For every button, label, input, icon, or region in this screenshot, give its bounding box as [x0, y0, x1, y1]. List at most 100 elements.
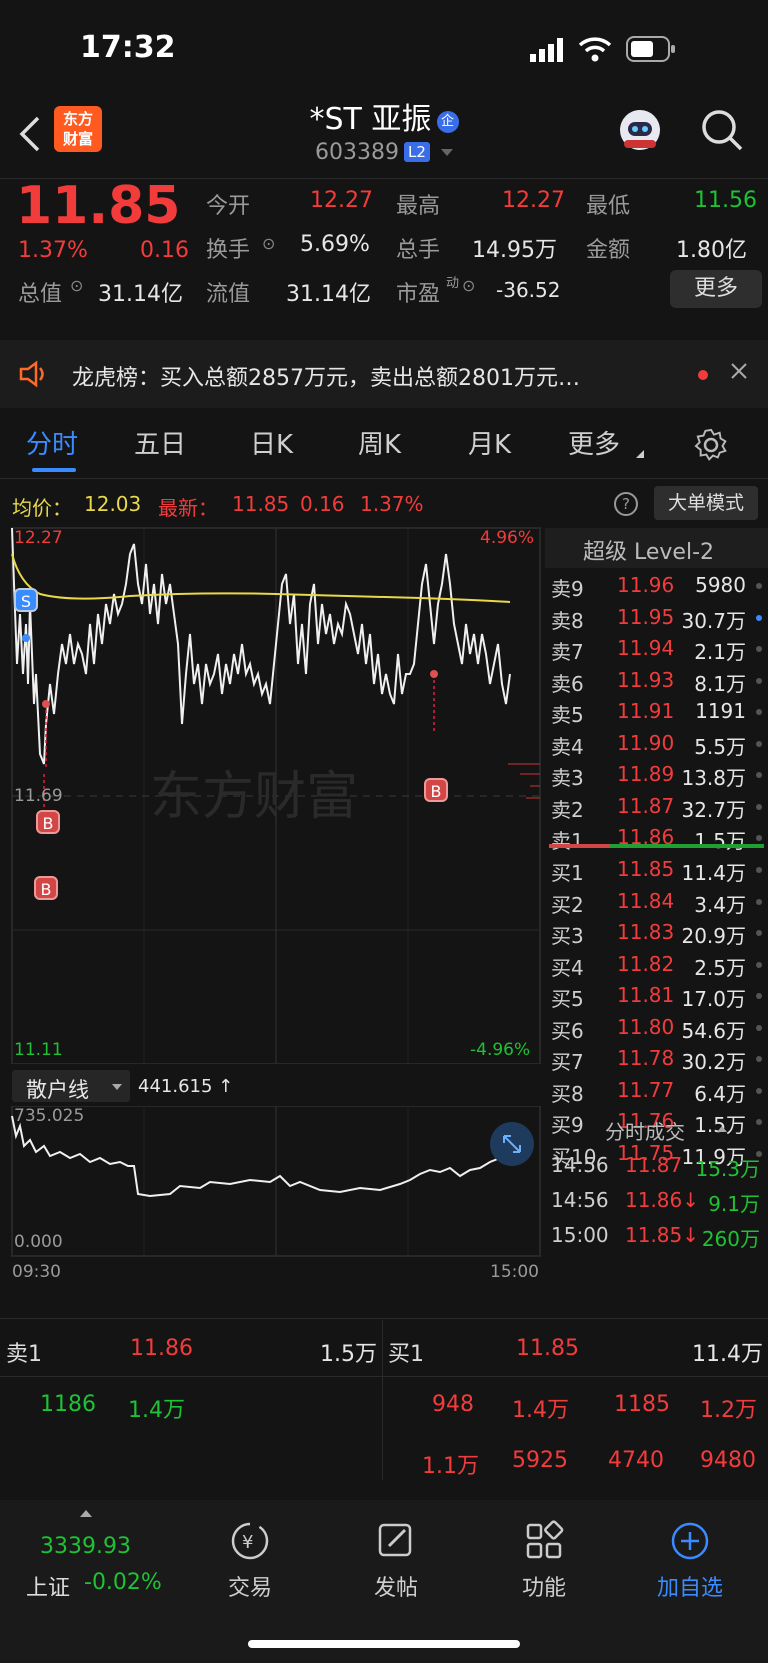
- nav-post[interactable]: 发帖: [326, 1520, 466, 1602]
- sell-marker[interactable]: S: [14, 588, 38, 612]
- trade-time: 15:00: [551, 1223, 609, 1247]
- ask-volume: 32.7万: [681, 797, 746, 822]
- bid-row[interactable]: 买8 11.77 6.4万: [545, 1075, 768, 1106]
- latest-change: 0.16: [300, 492, 345, 516]
- tab-five-day[interactable]: 五日: [134, 424, 186, 461]
- bid-row[interactable]: 买2 11.84 3.4万: [545, 886, 768, 917]
- ask-level-label: 卖9: [551, 577, 584, 601]
- period-tabs: 分时 五日 日K 周K 月K 更多: [0, 410, 768, 478]
- chart-watermark: 东方财富: [150, 767, 358, 827]
- level-badge[interactable]: L2: [404, 142, 430, 162]
- bid-price: 11.78: [617, 1046, 675, 1070]
- stock-header: 东方 财富 *ST 亚振 企 603389 L2: [0, 100, 768, 178]
- intraday-chart[interactable]: 东方财富 12.27 4.96% 11.69 11.11 -4.96% S B …: [0, 524, 545, 1064]
- order-dot: [756, 930, 762, 936]
- volume-value: 14.95万: [472, 238, 557, 263]
- latest-value: 11.85: [232, 492, 290, 516]
- robot-assistant-icon[interactable]: [616, 106, 664, 158]
- index-widget[interactable]: 3339.93 上证 -0.02%: [0, 1500, 176, 1610]
- big-order-mode-button[interactable]: 大单模式: [654, 486, 758, 520]
- volume-label: 总手: [396, 238, 441, 263]
- ask-row[interactable]: 卖1 11.86 1.5万: [545, 822, 768, 853]
- y-top-pct: 4.96%: [480, 528, 535, 548]
- total-value-label: 总值: [18, 282, 63, 307]
- buy-marker[interactable]: B: [34, 876, 58, 900]
- order-dot: [756, 1056, 762, 1062]
- tab-intraday[interactable]: 分时: [26, 424, 78, 461]
- nav-add-watchlist-label: 加自选: [656, 1576, 723, 1601]
- high-value: 12.27: [502, 188, 565, 213]
- nav-functions[interactable]: 功能: [474, 1520, 614, 1602]
- info-dots-icon[interactable]: ⊙: [70, 276, 83, 295]
- ask-level-label: 卖7: [551, 640, 584, 664]
- help-icon[interactable]: ?: [614, 492, 638, 516]
- buy1-price: 11.85: [516, 1336, 579, 1361]
- ask-row[interactable]: 卖7 11.94 2.1万: [545, 633, 768, 664]
- buy-queue-item: 1185: [614, 1392, 670, 1417]
- tab-weekly-k[interactable]: 周K: [358, 424, 401, 461]
- ask-row[interactable]: 卖4 11.90 5.5万: [545, 728, 768, 759]
- buy1-label: 买1: [388, 1342, 424, 1367]
- nav-add-watchlist[interactable]: 加自选: [620, 1520, 760, 1602]
- ask-row[interactable]: 卖3 11.89 13.8万: [545, 759, 768, 790]
- spread-divider: [549, 844, 609, 848]
- sell1-price: 11.86: [130, 1336, 193, 1361]
- chevron-down-icon[interactable]: [441, 149, 454, 156]
- ask-volume: 5980: [695, 573, 746, 597]
- info-dots-icon[interactable]: ⊙: [462, 276, 475, 295]
- latest-pct: 1.37%: [360, 492, 424, 516]
- more-button[interactable]: 更多: [670, 270, 762, 308]
- bid-level-label: 买5: [551, 987, 584, 1011]
- trade-price: 11.86↓: [625, 1188, 700, 1212]
- time-start: 09:30: [12, 1262, 61, 1282]
- quote-panel: 11.85 1.37% 0.16 今开 12.27 最高 12.27 最低 11…: [0, 176, 768, 330]
- bid-volume: 2.5万: [694, 955, 746, 980]
- average-price-line: [11, 553, 511, 603]
- trade-time: 14:56: [551, 1188, 609, 1212]
- expand-icon[interactable]: [490, 1122, 534, 1166]
- ask-row[interactable]: 卖9 11.96 5980: [545, 570, 768, 601]
- dragon-tiger-banner[interactable]: 龙虎榜：买入总额2857万元，卖出总额2801万元…: [0, 340, 768, 408]
- bid-price: 11.85: [617, 857, 675, 881]
- ask-row[interactable]: 卖6 11.93 8.1万: [545, 665, 768, 696]
- trades-title[interactable]: 分时成交: [605, 1116, 685, 1145]
- bid-row[interactable]: 买3 11.83 20.9万: [545, 917, 768, 948]
- bid-volume: 54.6万: [681, 1018, 746, 1043]
- ask-row[interactable]: 卖2 11.87 32.7万: [545, 791, 768, 822]
- ask-row[interactable]: 卖5 11.91 1191: [545, 696, 768, 727]
- gear-icon[interactable]: [694, 428, 728, 466]
- pe-value: -36.52: [496, 278, 561, 302]
- book-title: 超级 Level-2: [583, 540, 715, 565]
- tab-daily-k[interactable]: 日K: [250, 424, 293, 461]
- bid-price: 11.83: [617, 920, 675, 944]
- bid-row[interactable]: 买1 11.85 11.4万: [545, 854, 768, 885]
- nav-post-label: 发帖: [373, 1576, 418, 1601]
- trade-time: 14:56: [551, 1153, 609, 1177]
- buy-marker[interactable]: B: [36, 810, 60, 834]
- bid-row[interactable]: 买6 11.80 54.6万: [545, 1012, 768, 1043]
- info-dots-icon[interactable]: ⊙: [262, 234, 275, 253]
- chevron-up-icon[interactable]: [717, 1126, 727, 1132]
- turnover-label: 换手: [206, 238, 251, 263]
- bid-level-label: 买4: [551, 955, 584, 980]
- bid-row[interactable]: 买5 11.81 17.0万: [545, 980, 768, 1011]
- buy-queue-item: 1.1万: [422, 1454, 479, 1479]
- close-icon[interactable]: [730, 362, 748, 384]
- tab-more[interactable]: 更多: [568, 424, 620, 461]
- buy-marker[interactable]: B: [424, 778, 448, 802]
- ask-level-label: 卖1: [551, 829, 584, 853]
- tab-monthly-k[interactable]: 月K: [468, 424, 511, 461]
- unread-dot: [698, 370, 708, 380]
- ask-price: 11.89: [617, 762, 675, 786]
- home-indicator: [248, 1640, 520, 1648]
- order-dot: [756, 583, 762, 589]
- bid-row[interactable]: 买4 11.82 2.5万: [545, 949, 768, 980]
- order-dot: [756, 614, 762, 621]
- search-icon[interactable]: [700, 108, 744, 156]
- open-value: 12.27: [310, 188, 373, 213]
- turnover-value: 5.69%: [300, 232, 370, 257]
- bid-row[interactable]: 买7 11.78 30.2万: [545, 1043, 768, 1074]
- ask-row[interactable]: 卖8 11.95 30.7万: [545, 602, 768, 633]
- order-dot: [756, 1087, 762, 1094]
- nav-trade[interactable]: ¥ 交易: [180, 1520, 320, 1602]
